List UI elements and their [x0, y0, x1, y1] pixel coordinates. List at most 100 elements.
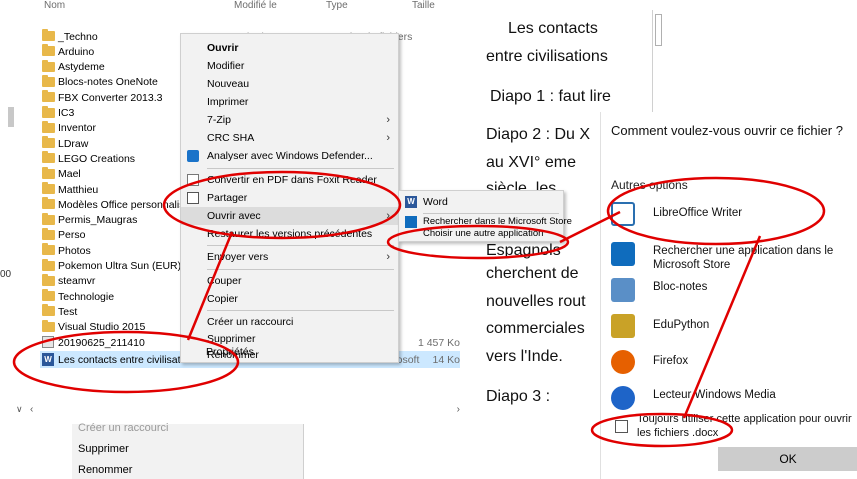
- folder-name: Astydeme: [58, 61, 105, 74]
- open-with-submenu: W Word Rechercher dans le Microsoft Stor…: [398, 190, 572, 243]
- menu-label: Analyser avec Windows Defender...: [207, 150, 373, 162]
- doc-line: Diapo 3 :: [486, 388, 551, 405]
- menu-item-properties[interactable]: Propriétés: [180, 343, 399, 361]
- menu-item-convert-pdf[interactable]: Convertir en PDF dans Foxit Reader: [181, 171, 398, 189]
- scroll-thumb[interactable]: [655, 14, 662, 46]
- always-use-label: Toujours utiliser cette application pour…: [637, 413, 852, 439]
- column-headers: Nom Modifié le Type Taille: [0, 0, 466, 14]
- menu-item-windows-defender[interactable]: Analyser avec Windows Defender...: [181, 147, 398, 165]
- dialog-section-label: Autres options: [611, 178, 688, 192]
- image-file-icon: [42, 336, 54, 348]
- folder-icon: [42, 289, 55, 302]
- scroll-left-icon[interactable]: ‹: [30, 404, 33, 415]
- menu-item-print[interactable]: Imprimer: [181, 93, 398, 111]
- word-document-icon: W: [42, 353, 54, 366]
- menu-item-rename[interactable]: Renommer: [78, 464, 132, 476]
- folder-icon: [42, 29, 55, 41]
- menu-item-create-shortcut[interactable]: Créer un raccourci: [78, 422, 168, 434]
- menu-label: Rechercher dans le Microsoft Store: [423, 216, 572, 227]
- app-option-windows-media[interactable]: Lecteur Windows Media: [609, 384, 849, 414]
- pane-splitter[interactable]: [8, 107, 14, 127]
- menu-item-edit[interactable]: Modifier: [181, 57, 398, 75]
- microsoft-store-icon: [611, 242, 635, 266]
- folder-icon: [42, 243, 55, 256]
- folder-name: Modèles Office personnalisés: [58, 198, 196, 211]
- column-date[interactable]: Modifié le: [234, 0, 277, 11]
- doc-line: au XVI° eme: [486, 154, 576, 171]
- folder-icon: [42, 212, 55, 225]
- app-option-store[interactable]: Rechercher une application dans le Micro…: [609, 240, 849, 271]
- app-name: LibreOffice Writer: [653, 207, 743, 219]
- folder-name: _Techno: [58, 30, 98, 43]
- doc-line: Diapo 2 : Du X: [486, 126, 591, 143]
- app-option-notepad[interactable]: Bloc-notes: [609, 276, 849, 306]
- folder-name: Test: [58, 305, 78, 318]
- menu-item-new[interactable]: Nouveau: [181, 75, 398, 93]
- doc-line: entre civilisations: [486, 48, 608, 65]
- folder-icon: [42, 120, 55, 133]
- column-name[interactable]: Nom: [44, 0, 65, 11]
- folder-name: Visual Studio 2015: [58, 321, 146, 334]
- submenu-item-word[interactable]: W Word: [399, 193, 563, 211]
- doc-line: Les contacts: [508, 20, 598, 37]
- menu-label: Word: [423, 196, 448, 208]
- doc-line: Diapo 1 : faut lire: [490, 88, 611, 105]
- folder-icon: [42, 197, 55, 210]
- folder-name: Permis_Maugras: [58, 214, 138, 227]
- open-with-dialog: Comment voulez-vous ouvrir ce fichier ? …: [600, 112, 857, 479]
- menu-separator: [207, 310, 394, 311]
- folder-icon: [42, 59, 55, 72]
- chevron-right-icon: ›: [386, 132, 390, 144]
- column-type[interactable]: Type: [326, 0, 348, 11]
- windows-media-icon: [611, 386, 635, 410]
- menu-item-create-shortcut[interactable]: Créer un raccourci: [181, 313, 398, 331]
- doc-scrollbar[interactable]: [652, 10, 664, 112]
- menu-separator: [207, 168, 394, 169]
- doc-line: commerciales: [486, 320, 585, 337]
- folder-name: LEGO Creations: [58, 152, 136, 165]
- folder-name: Perso: [58, 229, 86, 242]
- secondary-context-menu: Créer un raccourci Supprimer Renommer: [72, 422, 304, 479]
- horizontal-scrollbar[interactable]: ‹ ›: [10, 404, 466, 416]
- file-name: Les contacts entre civilisations: [58, 353, 200, 366]
- menu-item-share[interactable]: Partager: [181, 189, 398, 207]
- ok-button[interactable]: OK: [718, 447, 857, 471]
- folder-name: Blocs-notes OneNote: [58, 76, 158, 89]
- app-name: Firefox: [653, 355, 689, 367]
- folder-icon: [42, 166, 55, 179]
- menu-separator: [207, 269, 394, 270]
- folder-icon: [42, 258, 55, 271]
- menu-item-copy[interactable]: Copier: [181, 290, 398, 308]
- app-option-firefox[interactable]: Firefox: [609, 348, 849, 378]
- menu-item-open-with[interactable]: Ouvrir avec ›: [181, 207, 398, 225]
- folder-icon: [42, 90, 55, 103]
- folder-name: Matthieu: [58, 183, 99, 196]
- menu-item-delete[interactable]: Supprimer: [78, 443, 129, 455]
- folder-icon: [42, 273, 55, 286]
- app-name: Lecteur Windows Media: [653, 389, 776, 401]
- menu-item-open[interactable]: Ouvrir: [181, 39, 398, 57]
- menu-label: Envoyer vers: [207, 251, 269, 263]
- doc-line: Espagnols: [486, 242, 561, 259]
- context-menu: Ouvrir Modifier Nouveau Imprimer 7-Zip › …: [180, 33, 399, 363]
- file-size: 1 457 Ko: [417, 336, 460, 349]
- column-size[interactable]: Taille: [412, 0, 435, 11]
- submenu-item-choose-other-app[interactable]: Choisir une autre application: [399, 227, 563, 243]
- always-use-checkbox[interactable]: [615, 420, 628, 433]
- menu-item-send-to[interactable]: Envoyer vers ›: [181, 248, 398, 266]
- menu-separator: [207, 245, 394, 246]
- scroll-right-icon[interactable]: ›: [457, 404, 460, 415]
- app-option-edupython[interactable]: EduPython: [609, 312, 849, 342]
- folder-icon: [42, 136, 55, 149]
- chevron-down-icon[interactable]: ∨: [16, 404, 23, 415]
- app-option-libreoffice[interactable]: LibreOffice Writer: [609, 200, 849, 230]
- folder-icon: [42, 319, 55, 332]
- edupython-icon: [611, 314, 635, 338]
- menu-item-restore-versions[interactable]: Restaurer les versions précédentes: [181, 225, 398, 243]
- share-icon: [187, 192, 199, 204]
- menu-item-7zip[interactable]: 7-Zip ›: [181, 111, 398, 129]
- menu-item-cut[interactable]: Couper: [181, 272, 398, 290]
- windows-defender-icon: [187, 150, 199, 162]
- menu-label: CRC SHA: [207, 132, 255, 144]
- menu-item-crc-sha[interactable]: CRC SHA ›: [181, 129, 398, 147]
